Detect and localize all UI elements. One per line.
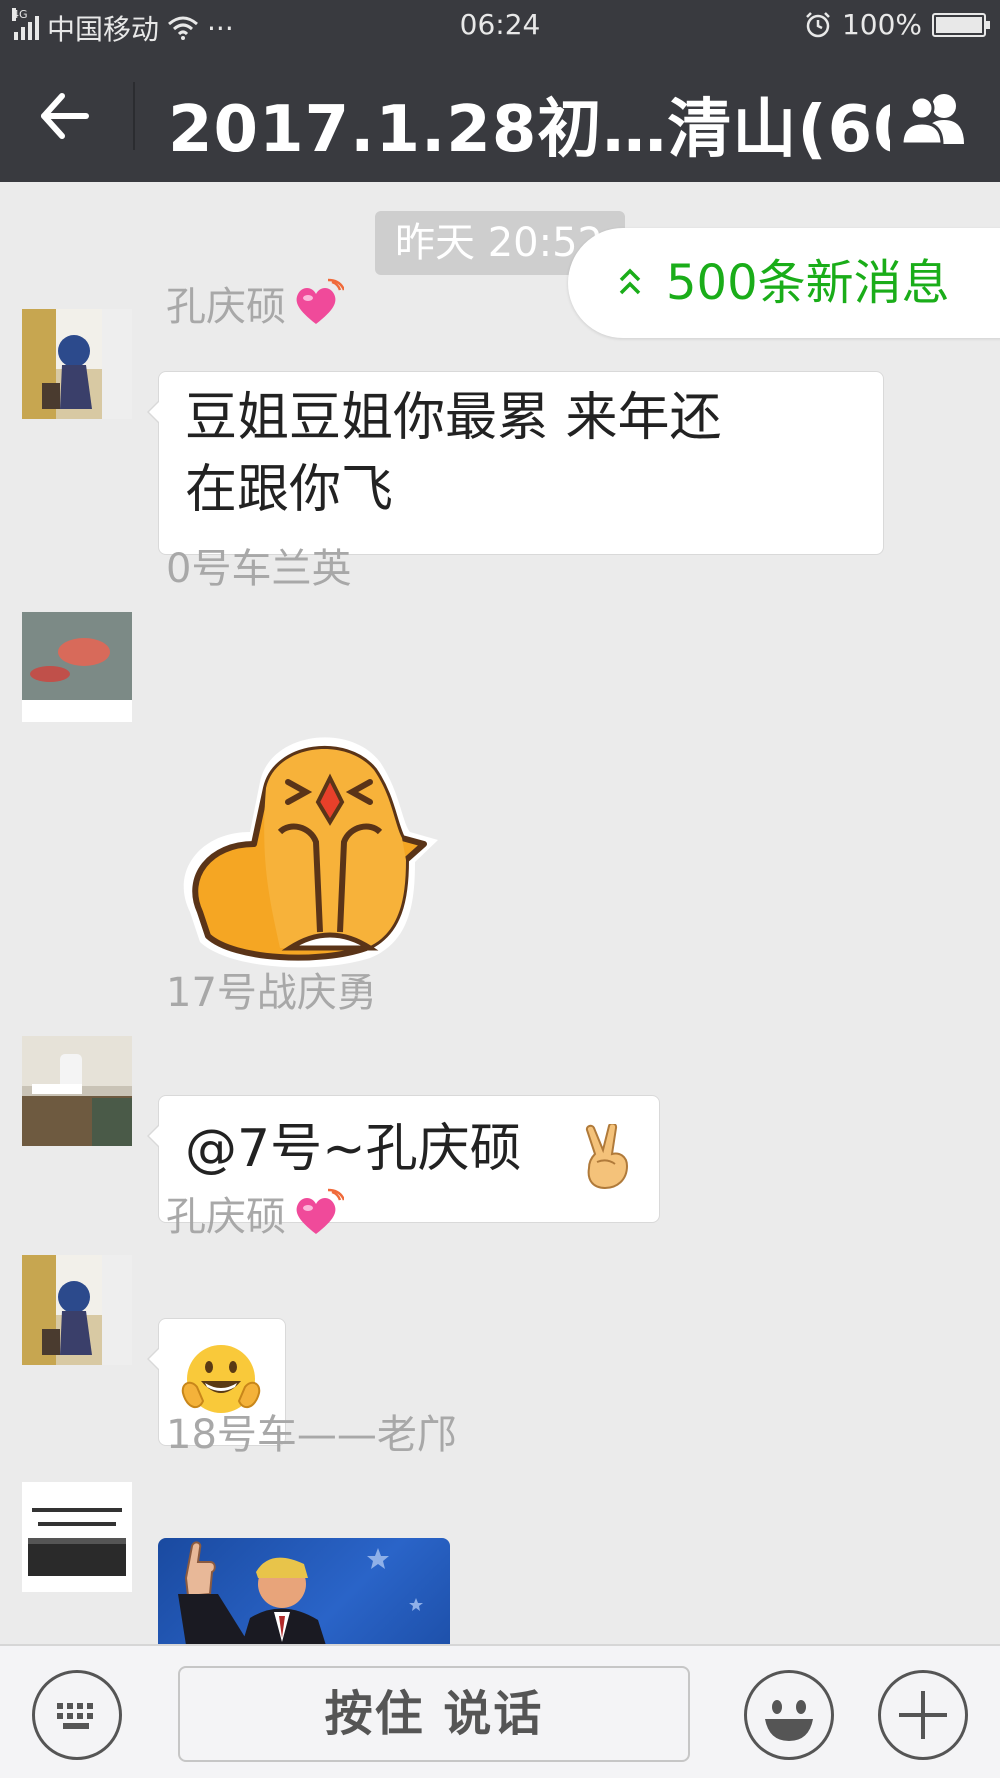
new-messages-button[interactable]: 500条新消息 [568,228,1000,338]
sender-name: 18号车——老邝 [166,1412,457,1458]
alarm-icon [806,11,830,37]
back-arrow-icon[interactable] [38,90,94,142]
image-message[interactable] [158,1538,450,1644]
double-chevron-up-icon [619,268,641,295]
message-list[interactable]: 昨天 20:52 500条新消息 孔庆硕 豆姐豆姐你最累 来年还 在跟你飞 0号… [0,182,1000,1644]
avatar-photo [22,612,132,722]
group-members-icon[interactable] [896,90,972,146]
avatar-photo [22,309,132,419]
avatar-photo [22,1255,132,1365]
text-message-bubble[interactable]: 豆姐豆姐你最累 来年还 在跟你飞 [147,371,884,555]
avatar-photo [22,1482,132,1592]
battery-icon [932,12,990,37]
input-bar: 按住 说话 [0,1644,1000,1778]
new-messages-label: 500条新消息 [666,255,950,311]
message-line: 豆姐豆姐你最累 来年还 [185,388,722,448]
avatar[interactable] [22,1482,132,1592]
keyboard-icon [57,1703,93,1729]
sender-name: 17号战庆勇 [166,970,377,1016]
sender-name: 孔庆硕 [166,1184,344,1242]
message-line: 在跟你飞 [185,460,394,520]
avatar[interactable] [22,1036,132,1146]
chat-title: 2017.1.28初…清山(60) [168,93,890,167]
sender-name-text: 孔庆硕 [166,284,286,330]
emoji-button[interactable] [744,1670,834,1760]
sender-name: 0号车兰英 [166,546,352,592]
avatar[interactable] [22,612,132,722]
avatar[interactable] [22,1255,132,1365]
sender-name: 孔庆硕 [166,274,344,332]
heart-icon [296,278,344,324]
chat-header: 2017.1.28初…清山(60) [0,50,1000,182]
header-divider [133,82,135,150]
status-bar: 4G 中国移动 ··· 06:24 100% [0,0,1000,50]
avatar-photo [22,1036,132,1146]
plus-icon [899,1691,947,1739]
keyboard-toggle-button[interactable] [32,1670,122,1760]
hold-to-talk-button[interactable]: 按住 说话 [178,1666,690,1762]
status-right: 100% [804,8,990,41]
photo-thumbs-up [178,1541,423,1644]
heart-icon [296,1188,344,1234]
victory-hand-icon [585,1124,629,1190]
message-text: @7号~孔庆硕 [185,1119,522,1179]
battery-percent: 100% [841,8,922,41]
sender-name-text: 孔庆硕 [166,1194,286,1240]
more-actions-button[interactable] [878,1670,968,1760]
smile-icon [765,1700,813,1741]
chick-sticker[interactable] [170,722,482,972]
avatar[interactable] [22,309,132,419]
